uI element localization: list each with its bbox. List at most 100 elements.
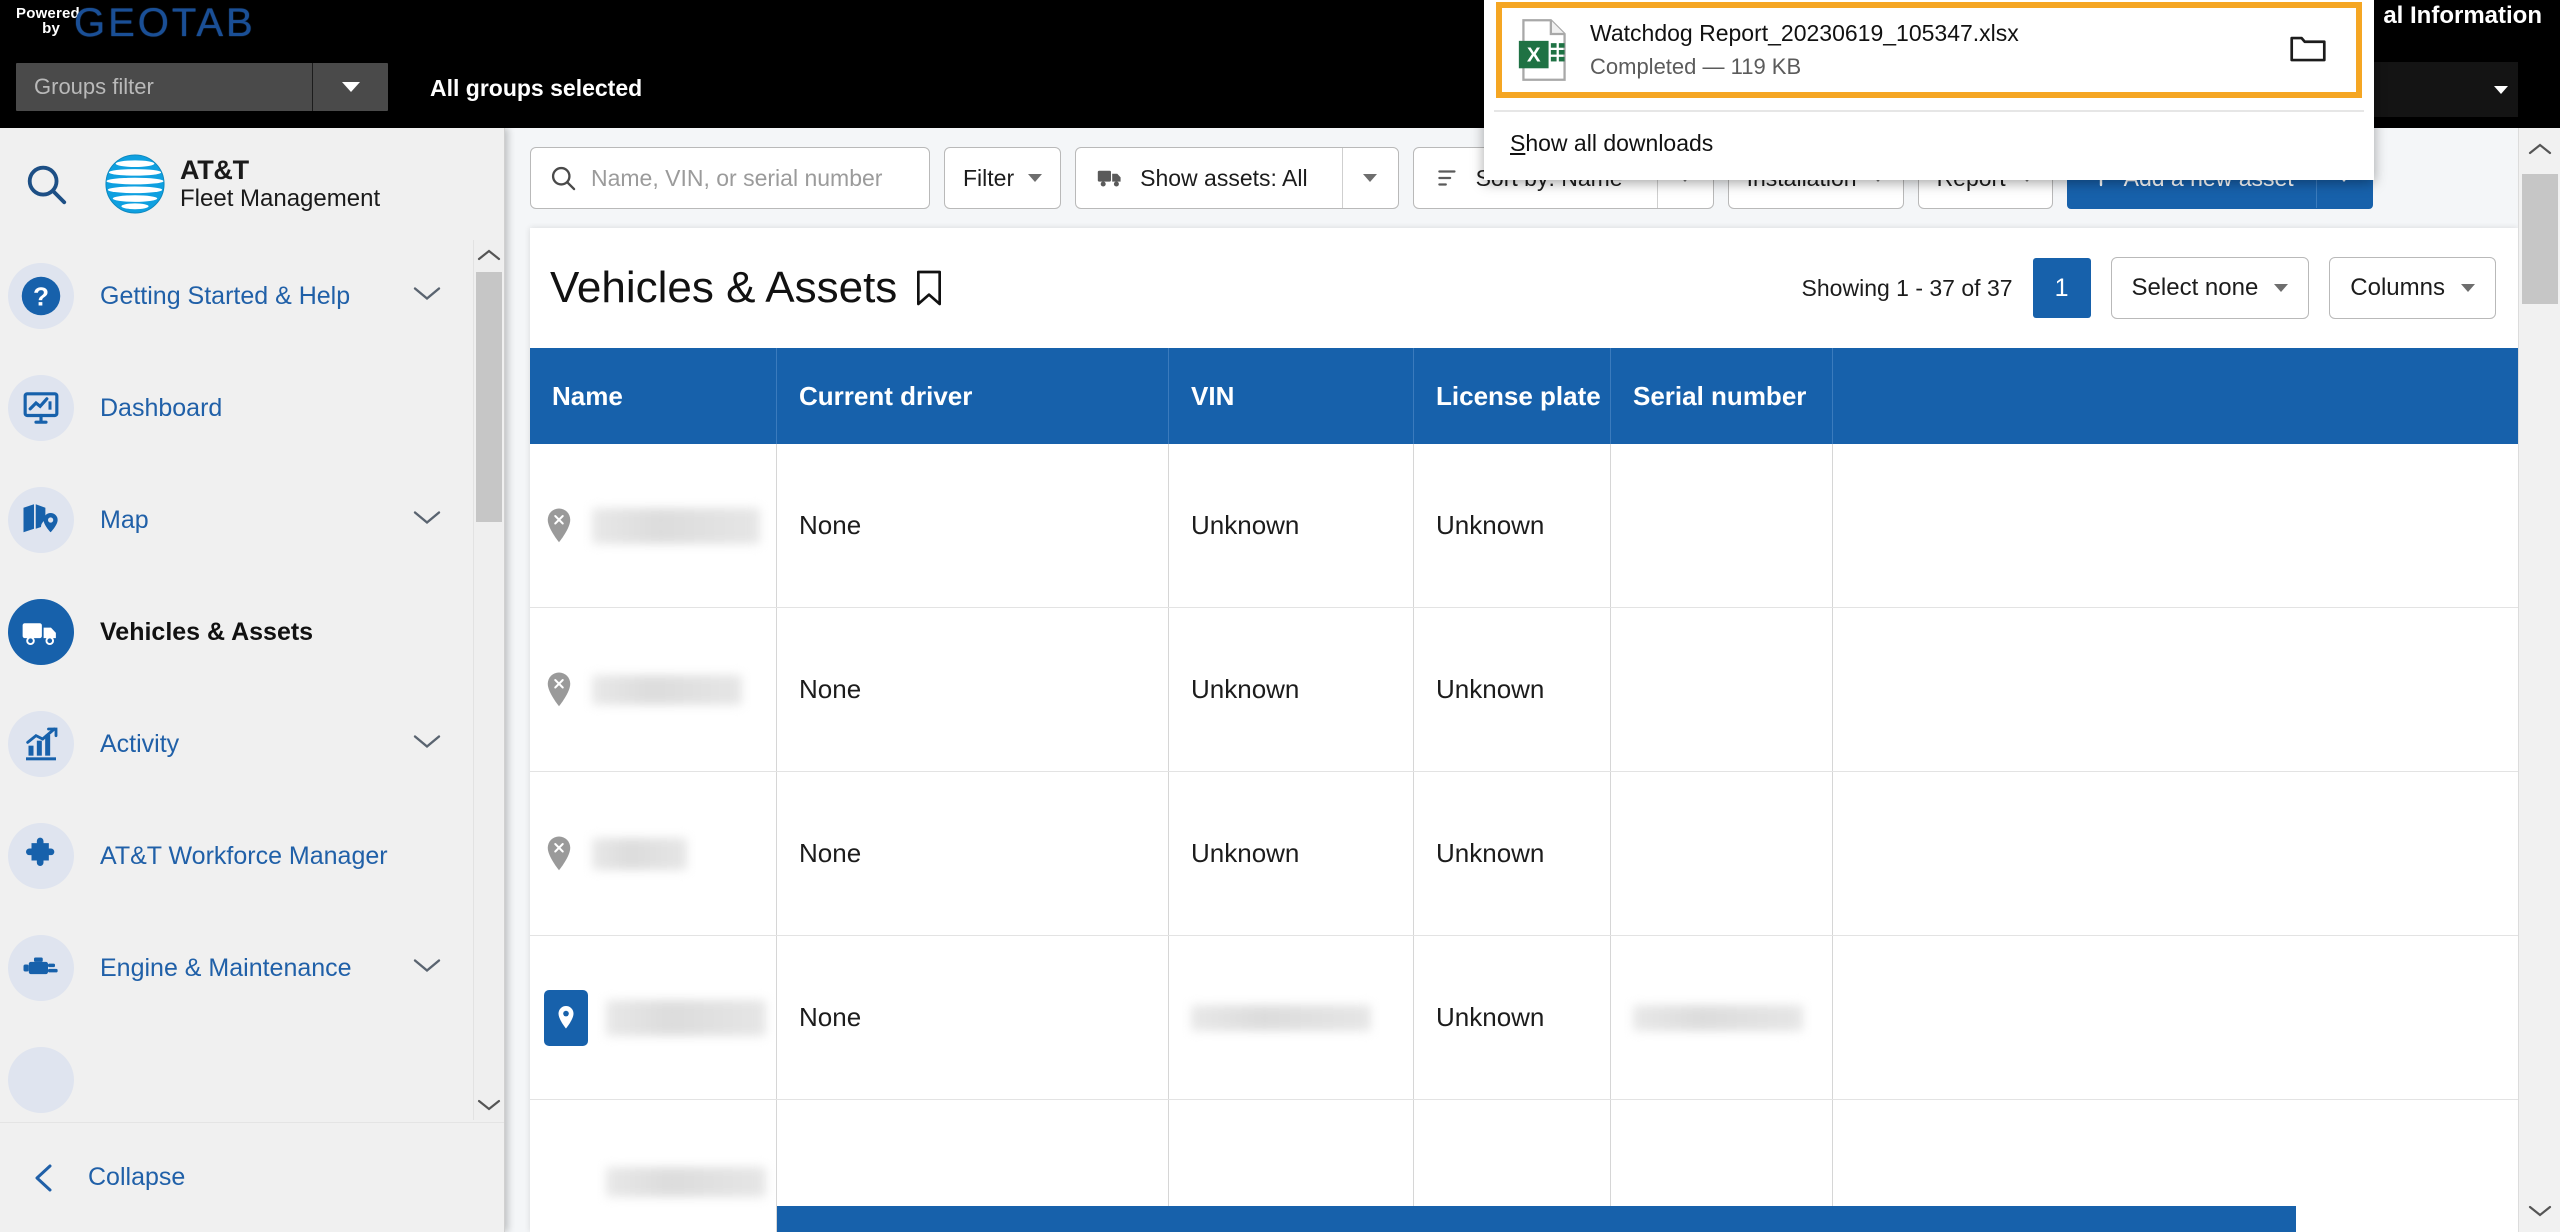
window-scrollbar[interactable]	[2518, 128, 2560, 1232]
chevron-down-icon[interactable]	[412, 509, 442, 532]
all-groups-selected-label: All groups selected	[430, 75, 643, 101]
chevron-down-icon[interactable]	[412, 733, 442, 756]
search-icon[interactable]	[18, 156, 74, 212]
cell-license-plate: Unknown	[1414, 444, 1611, 607]
cell-vin: Unknown	[1169, 608, 1414, 771]
sidebar-item-label: Vehicles & Assets	[100, 617, 314, 646]
chevron-down-icon	[2461, 284, 2475, 292]
cell-name	[530, 1100, 777, 1232]
truck-icon	[8, 599, 74, 665]
window-scrollbar-thumb[interactable]	[2522, 174, 2558, 304]
att-brand-text: AT&T Fleet Management	[180, 155, 380, 212]
select-none-button[interactable]: Select none	[2110, 257, 2310, 319]
sidebar-item-att-workforce-manager[interactable]: AT&T Workforce Manager	[0, 800, 504, 912]
sidebar-item-partial[interactable]	[0, 1024, 504, 1120]
cell-serial-number	[1611, 772, 1833, 935]
redacted-serial-value	[1633, 1004, 1803, 1031]
columns-label: Columns	[2350, 274, 2445, 301]
truck-icon	[1097, 170, 1121, 187]
groups-filter-dropdown[interactable]: Groups filter	[16, 63, 388, 111]
show-assets-caret[interactable]	[1341, 148, 1398, 208]
sidebar-nav-scroll-area: ? Getting Started & Help Dashboard Map V…	[0, 240, 504, 1120]
folder-icon[interactable]	[2288, 31, 2328, 70]
chevron-down-icon[interactable]	[412, 957, 442, 980]
show-all-downloads-accesskey: S	[1510, 130, 1526, 156]
show-assets-label: Show assets: All	[1140, 164, 1308, 191]
sidebar-collapse-button[interactable]: Collapse	[0, 1122, 504, 1232]
att-brand-line1: AT&T	[180, 155, 249, 186]
download-file-name: Watchdog Report_20230619_105347.xlsx	[1590, 20, 2019, 46]
chevron-down-icon	[1363, 174, 1378, 182]
cell-license-plate: Unknown	[1414, 608, 1611, 771]
show-all-downloads-link[interactable]: Show all downloads	[1510, 130, 1713, 157]
chevron-down-icon	[1028, 174, 1043, 182]
table-row[interactable]: None Unknown Unknown	[530, 444, 2518, 608]
filter-button[interactable]: Filter	[944, 147, 1062, 209]
redacted-name-value	[592, 507, 760, 544]
column-header-license-plate[interactable]: License plate	[1414, 348, 1611, 444]
panel-header-controls: Showing 1 - 37 of 37 1 Select none Colum…	[1802, 257, 2518, 319]
table-row[interactable]: None Unknown	[530, 936, 2518, 1100]
sidebar-item-label: Dashboard	[100, 393, 223, 422]
sidebar-item-map[interactable]: Map	[0, 464, 504, 576]
column-header-vin[interactable]: VIN	[1169, 348, 1414, 444]
column-header-name[interactable]: Name	[530, 348, 777, 444]
sidebar-item-dashboard[interactable]: Dashboard	[0, 352, 504, 464]
show-all-downloads-label: how all downloads	[1525, 130, 1714, 156]
help-circle-icon: ?	[8, 263, 74, 329]
att-globe-icon	[105, 154, 165, 214]
powered-line2: by	[42, 20, 60, 37]
download-text-group: Watchdog Report_20230619_105347.xlsx Com…	[1590, 20, 2019, 80]
cell-current-driver: None	[777, 608, 1169, 771]
download-popup-divider	[1494, 110, 2364, 112]
search-icon	[551, 166, 576, 191]
bookmark-icon[interactable]	[913, 268, 945, 308]
column-header-current-driver[interactable]: Current driver	[777, 348, 1169, 444]
search-input[interactable]: Name, VIN, or serial number	[530, 147, 930, 209]
app-window: Powered by GEOTAB Groups filter All grou…	[0, 0, 2560, 1232]
cell-name	[530, 936, 777, 1099]
download-item[interactable]: X Watchdog Report_20230619_105347.xlsx C…	[1496, 2, 2362, 98]
redacted-name-value	[606, 999, 766, 1036]
puzzle-piece-icon	[8, 823, 74, 889]
cell-name	[530, 772, 777, 935]
cell-vin: Unknown	[1169, 444, 1414, 607]
header-right-label: al Information	[2383, 2, 2542, 29]
scroll-down-arrow-icon[interactable]	[474, 1090, 504, 1120]
sort-icon	[1437, 170, 1456, 186]
scroll-down-arrow-icon[interactable]	[2519, 1190, 2560, 1232]
att-brand-line2: Fleet Management	[180, 184, 381, 212]
svg-text:?: ?	[33, 282, 49, 312]
sidebar-item-activity[interactable]: Activity	[0, 688, 504, 800]
table-row[interactable]: None Unknown Unknown	[530, 608, 2518, 772]
columns-button[interactable]: Columns	[2329, 257, 2496, 319]
powered-by-text: Powered by	[16, 4, 80, 37]
sidebar-item-getting-started-help[interactable]: ? Getting Started & Help	[0, 240, 504, 352]
cell-license-plate: Unknown	[1414, 772, 1611, 935]
search-placeholder: Name, VIN, or serial number	[591, 164, 883, 191]
sidebar-scrollbar-thumb[interactable]	[476, 272, 502, 522]
table-row[interactable]: None Unknown Unknown	[530, 772, 2518, 936]
cell-serial-number	[1611, 444, 1833, 607]
select-none-label: Select none	[2131, 274, 2259, 301]
sidebar-item-label: AT&T Workforce Manager	[100, 841, 388, 870]
panel-header: Vehicles & Assets Showing 1 - 37 of 37 1…	[530, 228, 2518, 348]
bar-chart-icon	[8, 711, 74, 777]
column-header-serial-number[interactable]: Serial number	[1611, 348, 1833, 444]
sidebar-scrollbar[interactable]	[473, 240, 503, 1120]
scroll-up-arrow-icon[interactable]	[474, 240, 503, 270]
groups-filter-caret[interactable]	[312, 63, 388, 111]
sidebar-item-engine-maintenance[interactable]: Engine & Maintenance	[0, 912, 504, 1024]
scroll-up-arrow-icon[interactable]	[2519, 128, 2560, 170]
map-pin-inactive-icon[interactable]	[544, 671, 574, 709]
redacted-name-value	[592, 674, 742, 705]
map-pin-inactive-icon[interactable]	[544, 835, 574, 873]
show-assets-button[interactable]: Show assets: All	[1075, 147, 1399, 209]
map-pin-active-icon[interactable]	[544, 989, 588, 1046]
cell-serial-number	[1611, 608, 1833, 771]
chevron-down-icon[interactable]	[412, 285, 442, 308]
map-pin-inactive-icon[interactable]	[544, 507, 574, 545]
pagination-page-1[interactable]: 1	[2032, 258, 2091, 318]
chevron-down-icon	[2494, 85, 2508, 94]
sidebar-item-vehicles-assets[interactable]: Vehicles & Assets	[0, 576, 504, 688]
